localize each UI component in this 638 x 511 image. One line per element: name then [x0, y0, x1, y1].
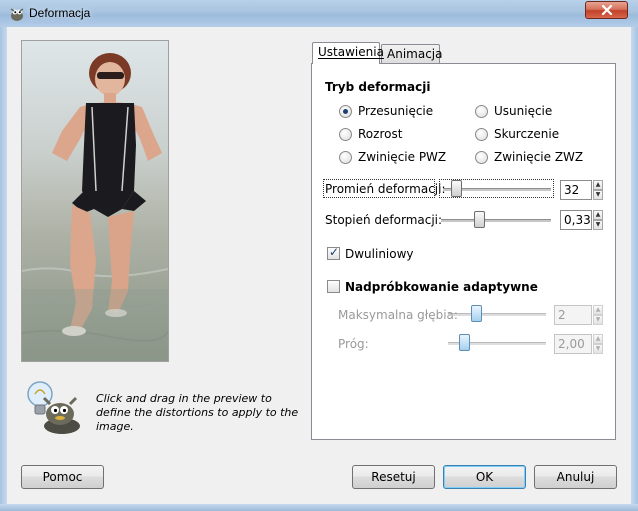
max-depth-spin-buttons: ▲ ▼: [593, 305, 603, 325]
checkmark-icon: ✓: [329, 245, 340, 259]
hint-text: Click and drag in the preview to define …: [96, 392, 299, 433]
max-depth-slider-track: [448, 313, 546, 316]
radius-spinbox[interactable]: 32: [560, 180, 592, 200]
hint-lightbulb-wilber-icon: [22, 374, 86, 438]
radius-slider-handle[interactable]: [451, 180, 462, 197]
radius-spin-buttons[interactable]: ▲ ▼: [593, 180, 603, 200]
radio-swirl-cw-label[interactable]: Zwinięcie PWZ: [358, 150, 446, 164]
bilinear-label[interactable]: Dwuliniowy: [345, 247, 414, 261]
tab-settings[interactable]: Ustawienia: [312, 42, 384, 64]
radio-swirl-ccw[interactable]: [475, 151, 488, 164]
max-depth-spinbox: 2: [554, 305, 592, 325]
threshold-label: Próg:: [338, 337, 369, 351]
adaptive-supersampling-checkbox[interactable]: [327, 280, 340, 293]
close-icon: [601, 5, 612, 15]
tab-settings-label: Ustawienia: [318, 45, 384, 59]
tab-animation[interactable]: Animacja: [381, 44, 443, 64]
ok-button[interactable]: OK: [443, 465, 526, 489]
radio-swirl-ccw-label[interactable]: Zwinięcie ZWZ: [494, 150, 583, 164]
threshold-spinbox: 2,00: [554, 334, 592, 354]
help-button[interactable]: Pomoc: [21, 465, 104, 489]
threshold-spin-buttons: ▲ ▼: [593, 334, 603, 354]
radio-swirl-cw[interactable]: [339, 151, 352, 164]
reset-button-label: Resetuj: [371, 470, 416, 484]
max-depth-spin-up-icon: ▲: [593, 305, 603, 315]
threshold-slider-handle: [459, 334, 470, 351]
amount-slider-handle[interactable]: [474, 211, 485, 228]
max-depth-slider-handle: [471, 305, 482, 322]
amount-slider-track[interactable]: [441, 219, 551, 222]
threshold-spin-up-icon: ▲: [593, 334, 603, 344]
reset-button[interactable]: Resetuj: [352, 465, 435, 489]
amount-spin-down-icon[interactable]: ▼: [593, 220, 603, 230]
bilinear-checkbox[interactable]: ✓: [327, 245, 340, 260]
window-frame-left: [0, 27, 7, 511]
radio-grow-label[interactable]: Rozrost: [358, 127, 402, 141]
radio-remove-label[interactable]: Usunięcie: [494, 104, 552, 118]
radio-grow[interactable]: [339, 128, 352, 141]
gimp-wilber-icon: [8, 5, 25, 22]
adaptive-supersampling-label[interactable]: Nadpróbkowanie adaptywne: [345, 280, 538, 294]
max-depth-label: Maksymalna głębia:: [338, 308, 458, 322]
amount-spin-up-icon[interactable]: ▲: [593, 210, 603, 220]
window-title: Deformacja: [29, 6, 91, 20]
close-button[interactable]: [585, 1, 628, 19]
ok-button-label: OK: [475, 470, 494, 484]
deformation-mode-heading: Tryb deformacji: [325, 80, 431, 94]
radio-shrink-label[interactable]: Skurczenie: [494, 127, 559, 141]
help-button-label: Pomoc: [42, 470, 83, 484]
radius-spin-up-icon[interactable]: ▲: [593, 180, 603, 190]
radio-remove[interactable]: [475, 105, 488, 118]
cancel-button[interactable]: Anuluj: [534, 465, 617, 489]
radius-label: Promień deformacji:: [325, 182, 446, 196]
amount-spin-buttons[interactable]: ▲ ▼: [593, 210, 603, 230]
tab-animation-label: Animacja: [387, 47, 443, 61]
cancel-button-label: Anuluj: [556, 470, 595, 484]
threshold-spin-down-icon: ▼: [593, 344, 603, 354]
preview-image[interactable]: [21, 40, 169, 362]
amount-label: Stopień deformacji:: [325, 213, 443, 227]
amount-spinbox[interactable]: 0,33: [560, 210, 592, 230]
max-depth-spin-down-icon: ▼: [593, 315, 603, 325]
radio-move[interactable]: [339, 105, 352, 118]
radio-shrink[interactable]: [475, 128, 488, 141]
radius-spin-down-icon[interactable]: ▼: [593, 190, 603, 200]
window-frame-bottom: [0, 504, 638, 511]
title-bar[interactable]: [0, 0, 638, 28]
window-frame-right: [631, 27, 638, 511]
radio-move-label[interactable]: Przesunięcie: [358, 104, 433, 118]
